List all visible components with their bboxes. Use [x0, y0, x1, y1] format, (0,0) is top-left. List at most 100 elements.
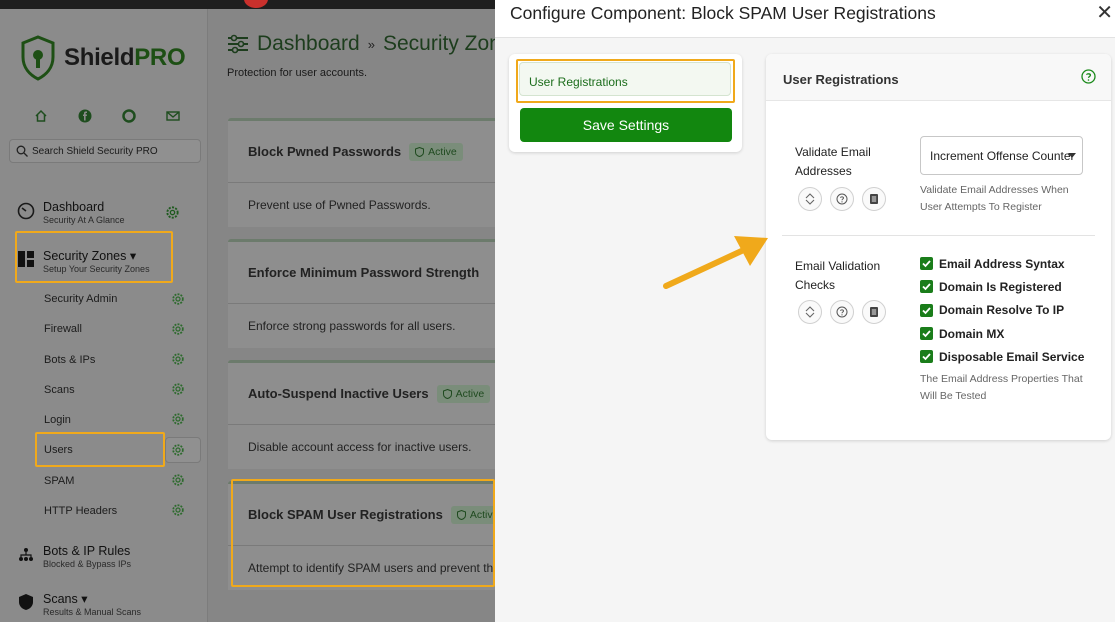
- card-description: Enforce strong passwords for all users.: [248, 319, 456, 333]
- expand-icon[interactable]: [798, 187, 822, 211]
- brand-part1: Shield: [64, 44, 135, 71]
- checkbox-checked-icon: [920, 350, 933, 364]
- shield-check-icon: [415, 146, 425, 157]
- status-badge: Active: [409, 142, 463, 161]
- option-help: Validate Email Addresses When User Attem…: [920, 184, 1069, 213]
- document-icon[interactable]: [862, 187, 886, 211]
- logo[interactable]: ShieldPRO: [20, 35, 186, 81]
- help-icon[interactable]: [830, 187, 854, 211]
- gear-icon[interactable]: [171, 503, 185, 517]
- zone-item-security-admin[interactable]: Security Admin: [44, 293, 117, 305]
- component-card[interactable]: Block Pwned Passwords Active Prevent use…: [228, 118, 498, 227]
- zone-item-http-headers[interactable]: HTTP Headers: [44, 505, 117, 517]
- help-icon[interactable]: [830, 300, 854, 324]
- nav-dashboard[interactable]: Dashboard Security At A Glance: [17, 200, 125, 225]
- settings-sliders-icon: [228, 34, 248, 54]
- highlight-security-zones: [15, 231, 173, 283]
- section-title: User Registrations: [783, 72, 899, 87]
- checkbox-label: Disposable Email Service: [939, 349, 1085, 364]
- option-label: Validate Email Addresses: [795, 145, 871, 178]
- component-card[interactable]: Enforce Minimum Password Strength Enforc…: [228, 239, 498, 348]
- offense-select[interactable]: Increment Offense Counter: [920, 136, 1083, 175]
- option-actions: [798, 300, 886, 324]
- zone-item-scans[interactable]: Scans: [44, 384, 75, 396]
- chevron-down-icon: [1068, 153, 1076, 158]
- highlight-spam-card: [231, 479, 495, 587]
- main-content: Dashboard » Security Zones Protection fo…: [208, 9, 523, 622]
- select-value: Increment Offense Counter: [930, 149, 1075, 163]
- close-icon[interactable]: ✕: [1096, 0, 1113, 25]
- background-app: ShieldPRO Search Shield Security PRO Das…: [0, 9, 523, 622]
- gear-icon[interactable]: [171, 443, 185, 457]
- checkbox-label: Email Address Syntax: [939, 256, 1065, 271]
- badge-label: Active: [428, 145, 457, 158]
- modal-header: Configure Component: Block SPAM User Reg…: [495, 0, 1115, 38]
- breadcrumb-separator: »: [367, 36, 375, 52]
- gear-icon[interactable]: [171, 292, 185, 306]
- checkbox-disposable-email[interactable]: Disposable Email Service: [920, 345, 1084, 368]
- badge-label: Active: [455, 387, 485, 400]
- component-card[interactable]: Auto-Suspend Inactive Users Active Disab…: [228, 360, 498, 469]
- nav-subtitle: Results & Manual Scans: [43, 607, 142, 617]
- status-badge: Active: [436, 384, 491, 403]
- dashboard-gauge-icon: [17, 202, 35, 220]
- checkbox-email-syntax[interactable]: Email Address Syntax: [920, 252, 1084, 275]
- search-input[interactable]: Search Shield Security PRO: [9, 139, 201, 163]
- configure-modal: Configure Component: Block SPAM User Reg…: [495, 0, 1115, 622]
- divider: [782, 235, 1095, 236]
- gear-icon[interactable]: [171, 382, 185, 396]
- card-description: Prevent use of Pwned Passwords.: [248, 198, 431, 212]
- brand-part2: PRO: [134, 44, 186, 71]
- checkbox-domain-mx[interactable]: Domain MX: [920, 322, 1084, 345]
- gear-icon[interactable]: [165, 205, 180, 220]
- gear-icon[interactable]: [171, 412, 185, 426]
- quick-icons: [30, 109, 184, 125]
- checkbox-domain-registered[interactable]: Domain Is Registered: [920, 275, 1084, 298]
- card-title: Block Pwned Passwords: [248, 144, 402, 159]
- gear-icon[interactable]: [171, 473, 185, 487]
- modal-title: Configure Component: Block SPAM User Reg…: [510, 3, 936, 23]
- support-icon[interactable]: [118, 109, 140, 125]
- brand-name: ShieldPRO: [64, 44, 186, 72]
- help-icon[interactable]: [1081, 69, 1096, 84]
- browser-top-strip: [0, 0, 495, 9]
- nav-bots-ip-rules[interactable]: Bots & IP Rules Blocked & Bypass IPs: [17, 544, 131, 569]
- mail-icon[interactable]: [162, 109, 184, 125]
- expand-icon[interactable]: [798, 300, 822, 324]
- nav-scans[interactable]: Scans ▾ Results & Manual Scans: [17, 591, 141, 617]
- document-icon[interactable]: [862, 300, 886, 324]
- annotation-arrow-icon: [663, 236, 768, 289]
- card-title: Enforce Minimum Password Strength: [248, 265, 480, 280]
- nav-title: Scans ▾: [43, 592, 88, 606]
- checkbox-label: Domain Is Registered: [939, 279, 1062, 294]
- option-label: Email Validation Checks: [795, 259, 881, 292]
- zone-item-firewall[interactable]: Firewall: [44, 323, 82, 335]
- home-icon[interactable]: [30, 109, 52, 125]
- notification-dot: [244, 0, 268, 8]
- facebook-icon[interactable]: [74, 109, 96, 125]
- shield-check-icon: [442, 388, 452, 399]
- highlight-tab: [516, 59, 735, 103]
- nav-title: Bots & IP Rules: [43, 544, 131, 558]
- checkbox-label: Domain MX: [939, 326, 1005, 341]
- gear-icon[interactable]: [171, 352, 185, 366]
- checkbox-checked-icon: [920, 257, 933, 271]
- search-placeholder: Search Shield Security PRO: [32, 146, 158, 157]
- zone-item-bots-ips[interactable]: Bots & IPs: [44, 354, 95, 366]
- breadcrumb: Dashboard » Security Zones: [227, 32, 523, 56]
- checkbox-list: Email Address Syntax Domain Is Registere…: [920, 252, 1084, 368]
- sidebar: ShieldPRO Search Shield Security PRO Das…: [0, 9, 208, 622]
- panel-header: User Registrations: [766, 54, 1111, 101]
- save-settings-button[interactable]: Save Settings: [520, 108, 732, 142]
- gear-icon[interactable]: [171, 322, 185, 336]
- checkbox-checked-icon: [920, 280, 933, 294]
- card-title: Auto-Suspend Inactive Users: [248, 386, 429, 401]
- option-help: The Email Address Properties That Will B…: [920, 373, 1083, 402]
- option-actions: [798, 187, 886, 211]
- breadcrumb-root[interactable]: Dashboard: [257, 32, 360, 56]
- zone-item-login[interactable]: Login: [44, 414, 71, 426]
- shield-icon: [19, 594, 33, 610]
- search-icon: [16, 145, 28, 157]
- zone-item-spam[interactable]: SPAM: [44, 475, 74, 487]
- checkbox-domain-resolve[interactable]: Domain Resolve To IP: [920, 299, 1084, 322]
